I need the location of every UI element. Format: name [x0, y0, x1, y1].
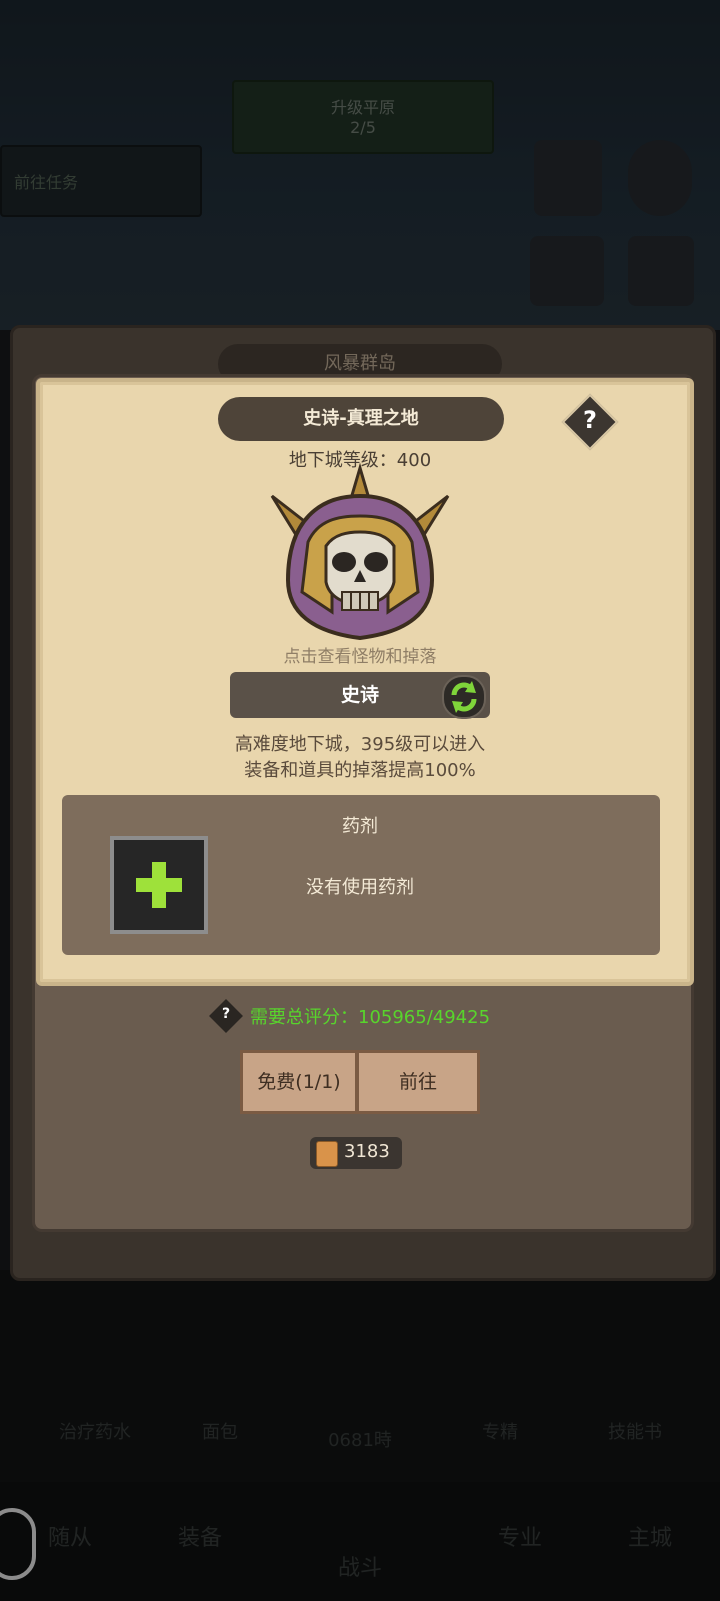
- free-enter-button[interactable]: 免费(1/1): [240, 1050, 358, 1114]
- dungeon-title: 史诗-真理之地: [218, 397, 504, 441]
- potion-title: 药剂: [342, 816, 378, 837]
- help-button[interactable]: ?: [561, 393, 619, 451]
- go-button[interactable]: 前往: [356, 1050, 480, 1114]
- dungeon-desc-line1: 高难度地下城，395级可以进入: [234, 734, 486, 755]
- difficulty-label: 史诗: [340, 684, 379, 706]
- scroll-icon: [316, 1141, 338, 1167]
- requirement-help-icon: ?: [221, 1006, 231, 1022]
- potion-slot[interactable]: [110, 836, 208, 934]
- dungeon-desc-line2: 装备和道具的掉落提高100%: [244, 760, 476, 781]
- view-monsters-hint[interactable]: 点击查看怪物和掉落: [0, 642, 720, 667]
- switch-difficulty-button[interactable]: [442, 675, 486, 719]
- help-icon: ?: [583, 406, 597, 434]
- scroll-currency: 3183: [310, 1137, 402, 1169]
- requirement-score: 需要总评分：105965/49425: [250, 1007, 491, 1028]
- scroll-amount: 3183: [344, 1141, 390, 1162]
- plus-icon: [136, 862, 182, 908]
- refresh-icon: [451, 681, 477, 713]
- boss-skull-icon[interactable]: [268, 462, 452, 646]
- potion-status: 没有使用药剂: [306, 877, 414, 898]
